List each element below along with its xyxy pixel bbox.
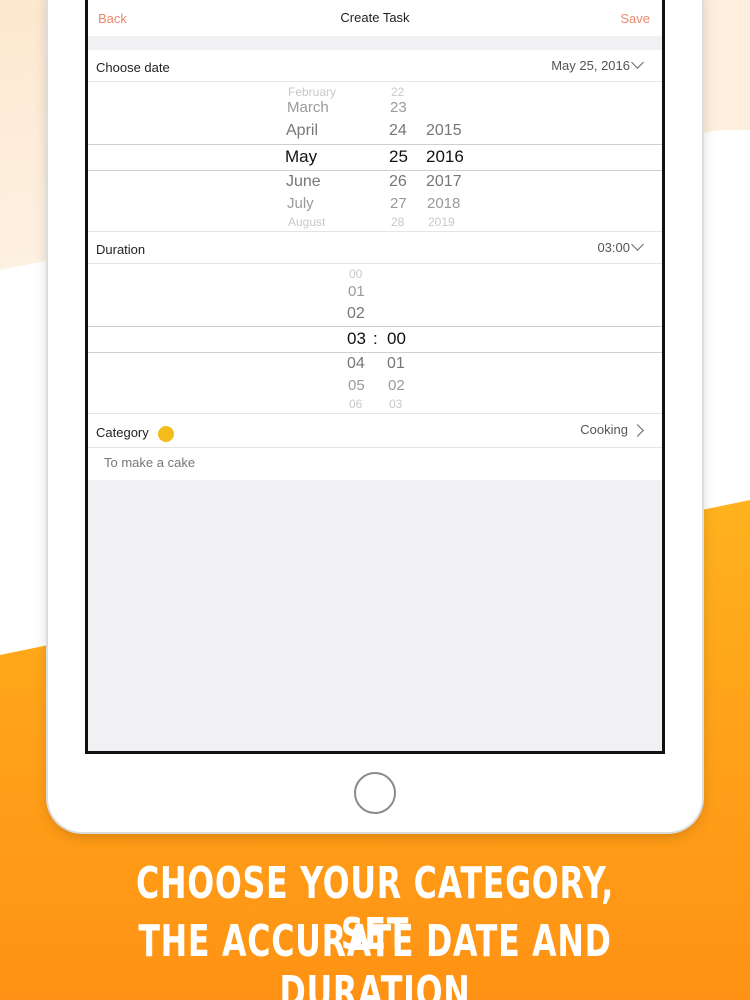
picker-minute-option[interactable]: 03 <box>389 397 402 411</box>
date-picker[interactable]: February March April May June July Augus… <box>88 82 662 232</box>
duration-label: Duration <box>96 242 146 257</box>
page-title: Create Task <box>340 10 410 25</box>
picker-day-option[interactable]: 24 <box>389 122 407 140</box>
picker-hour-option[interactable]: 02 <box>347 305 365 323</box>
picker-year-option[interactable]: 2017 <box>426 173 462 191</box>
picker-month-option[interactable]: August <box>288 215 325 229</box>
picker-selection-line-top <box>88 326 662 327</box>
save-button[interactable]: Save <box>620 11 650 26</box>
picker-month-option[interactable]: June <box>286 173 321 191</box>
picker-hour-selected[interactable]: 03 <box>347 329 366 349</box>
task-note-text: To make a cake <box>104 455 196 470</box>
selected-date-value: May 25, 2016 <box>551 58 630 73</box>
picker-time-separator: : <box>373 329 378 348</box>
duration-picker[interactable]: 00 01 02 03 04 05 06 : 00 01 02 03 <box>88 264 662 414</box>
picker-day-selected[interactable]: 25 <box>389 147 408 167</box>
choose-date-label: Choose date <box>96 60 170 75</box>
chevron-right-icon <box>631 424 644 437</box>
picker-month-option[interactable]: July <box>287 195 314 212</box>
picker-hour-option[interactable]: 04 <box>347 355 365 373</box>
category-row[interactable]: Category Cooking <box>88 414 662 448</box>
picker-month-selected[interactable]: May <box>285 147 317 167</box>
picker-hour-option[interactable]: 01 <box>348 283 365 300</box>
duration-value: 03:00 <box>597 240 630 255</box>
choose-date-row[interactable]: Choose date May 25, 2016 <box>88 50 662 82</box>
app-screen: Back Create Task Save Choose date May 25… <box>85 0 665 754</box>
picker-selection-line-top <box>88 144 662 145</box>
home-button[interactable] <box>354 772 396 814</box>
chevron-down-icon <box>631 238 644 251</box>
duration-row[interactable]: Duration 03:00 <box>88 232 662 264</box>
picker-month-option[interactable]: March <box>287 99 329 116</box>
task-note-field[interactable]: To make a cake <box>88 448 662 480</box>
category-value: Cooking <box>580 422 628 437</box>
picker-day-option[interactable]: 23 <box>390 99 407 116</box>
picker-year-option[interactable]: 2015 <box>426 122 462 140</box>
category-color-dot <box>158 426 174 442</box>
picker-day-option[interactable]: 26 <box>389 173 407 191</box>
picker-day-option[interactable]: 22 <box>391 85 404 99</box>
navigation-bar: Back Create Task Save <box>88 0 662 36</box>
picker-year-selected[interactable]: 2016 <box>426 147 464 167</box>
picker-minute-option[interactable]: 01 <box>387 355 405 373</box>
picker-selection-line-bottom <box>88 170 662 171</box>
picker-month-option[interactable]: February <box>288 85 336 99</box>
category-label: Category <box>96 425 149 440</box>
picker-hour-option[interactable]: 00 <box>349 267 362 281</box>
picker-year-option[interactable]: 2019 <box>428 215 455 229</box>
picker-minute-selected[interactable]: 00 <box>387 329 406 349</box>
picker-hour-option[interactable]: 05 <box>348 377 365 394</box>
chevron-down-icon <box>631 56 644 69</box>
picker-hour-option[interactable]: 06 <box>349 397 362 411</box>
picker-minute-option[interactable]: 02 <box>388 377 405 394</box>
picker-day-option[interactable]: 28 <box>391 215 404 229</box>
picker-year-option[interactable]: 2018 <box>427 195 460 212</box>
picker-month-option[interactable]: April <box>286 122 318 140</box>
caption-line-2: THE ACCURATE DATE AND DURATION <box>138 916 612 1000</box>
picker-day-option[interactable]: 27 <box>390 195 407 212</box>
picker-selection-line-bottom <box>88 352 662 353</box>
